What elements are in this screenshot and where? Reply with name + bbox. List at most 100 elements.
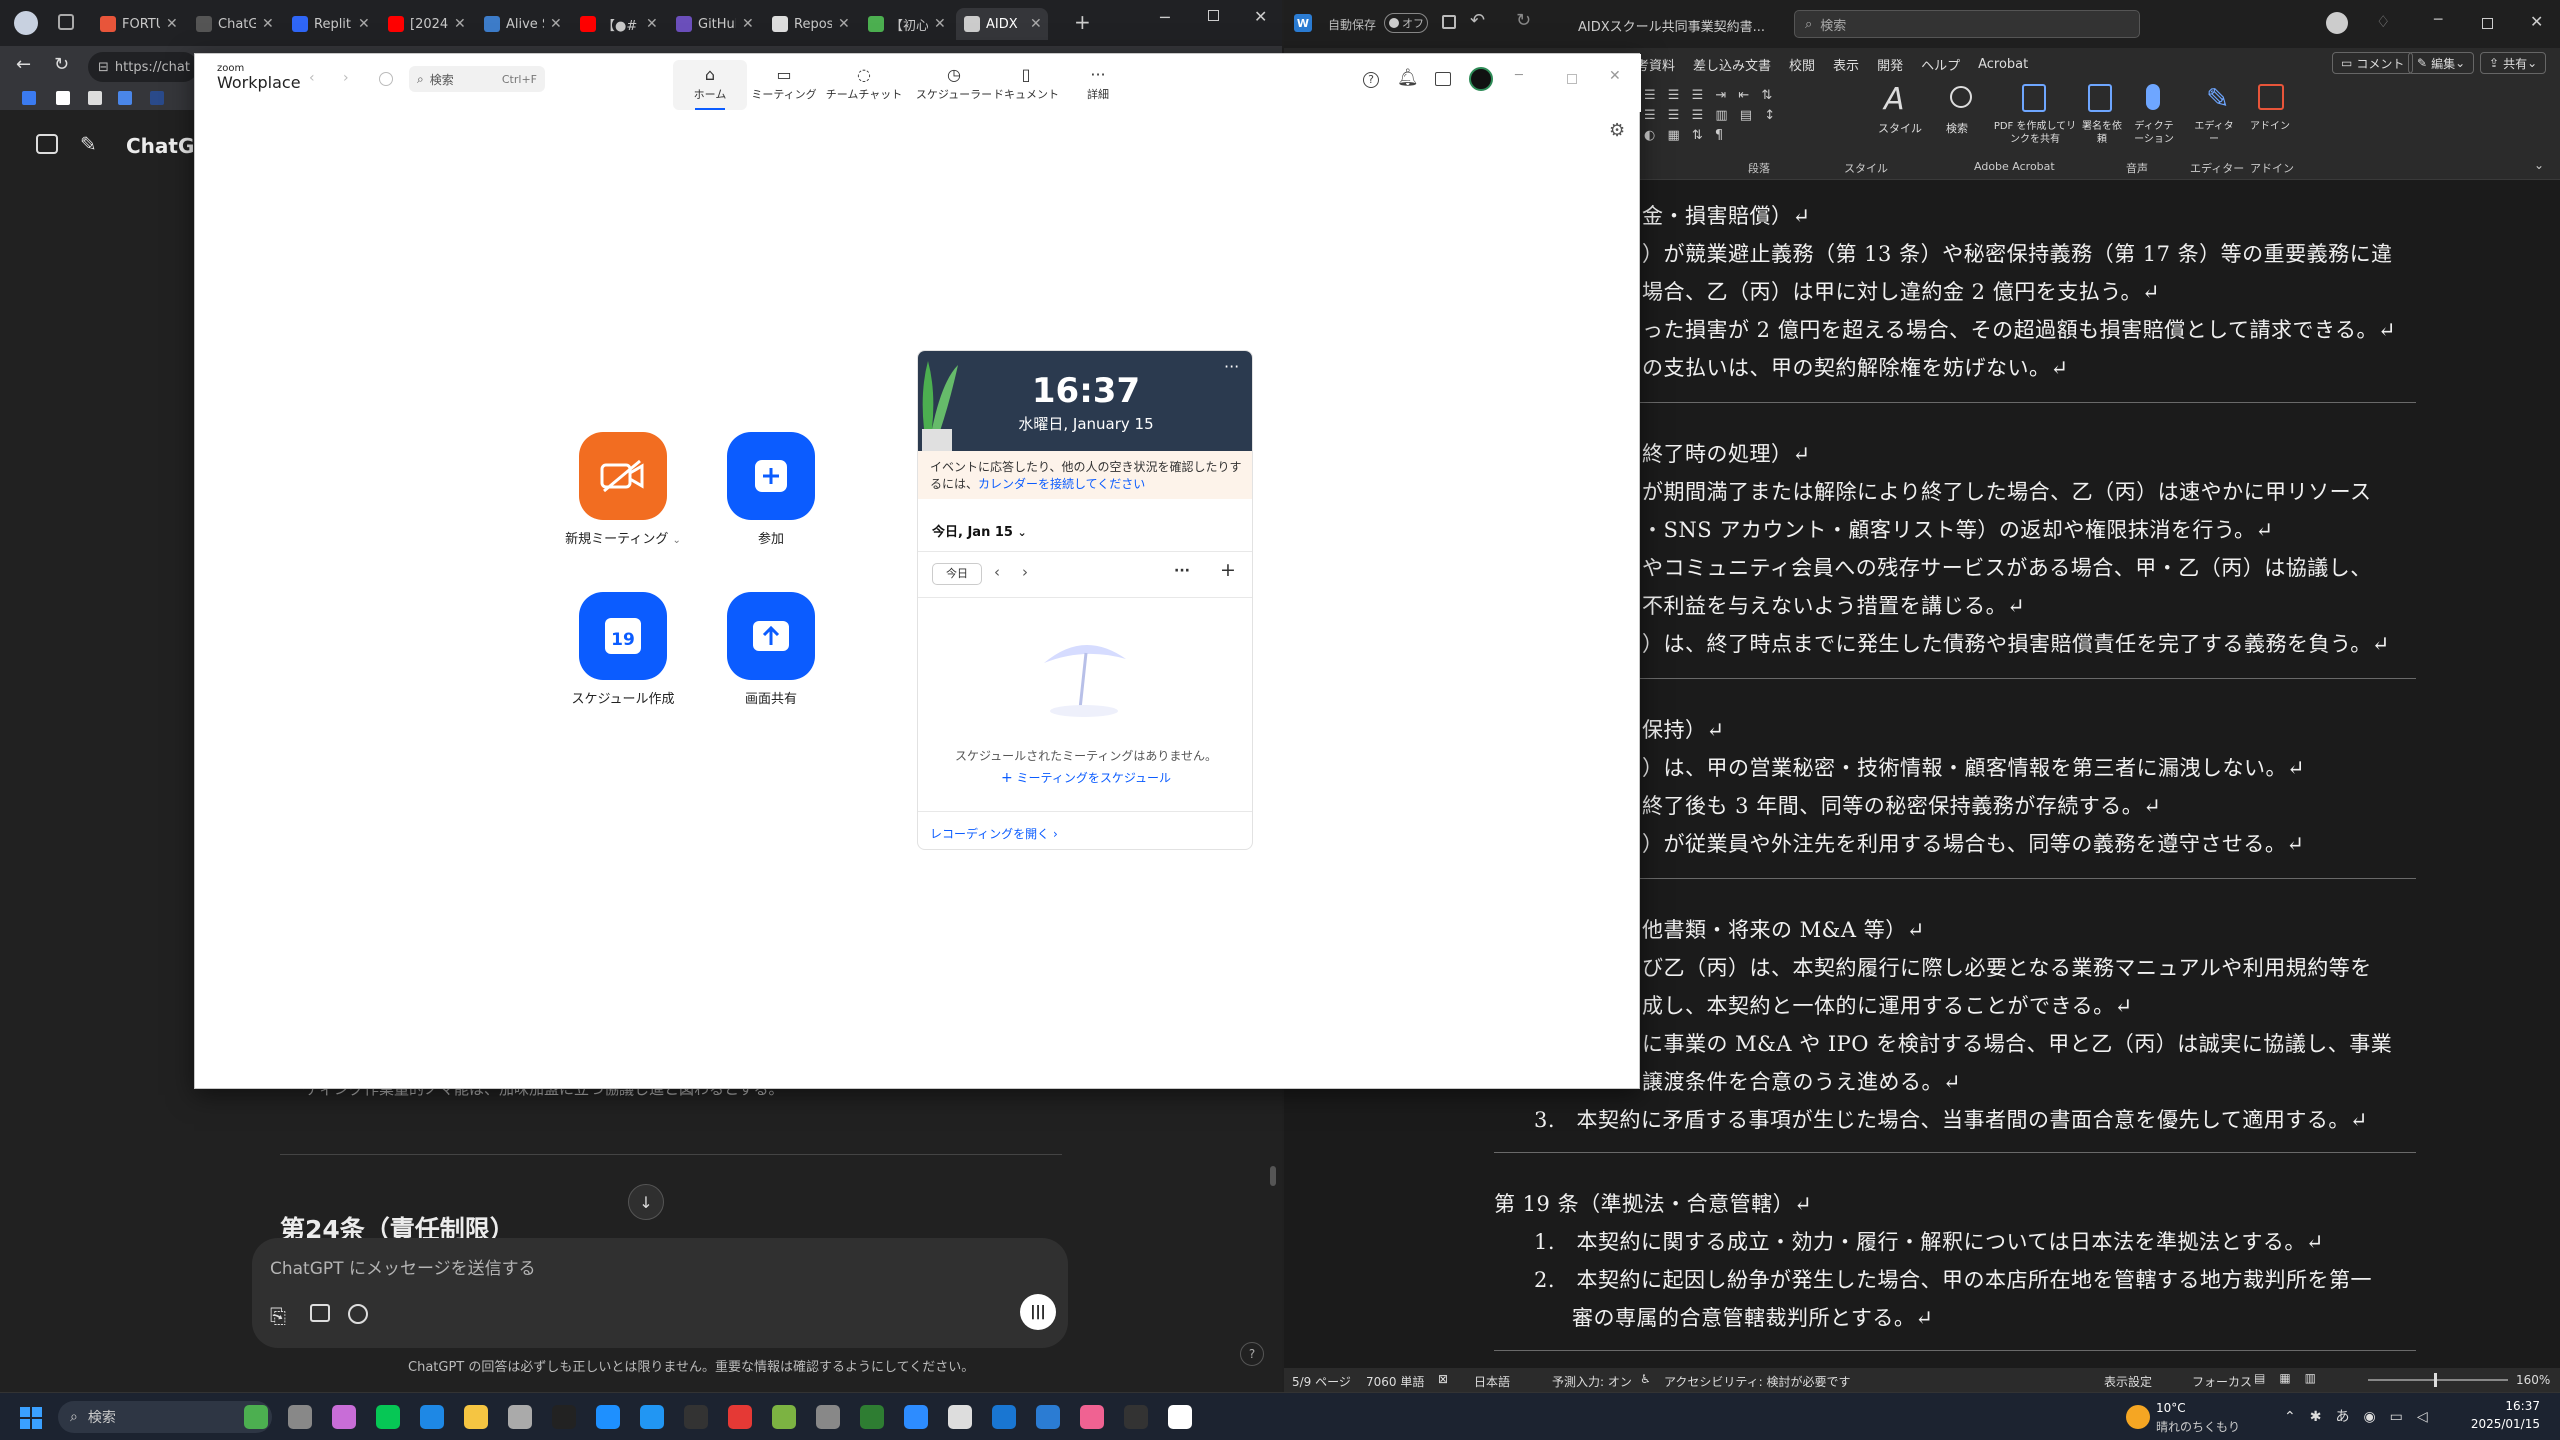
globe-icon[interactable] xyxy=(348,1304,368,1324)
ribbon-tab[interactable]: 校閲 xyxy=(1789,55,1815,74)
weather-icon[interactable] xyxy=(2126,1405,2150,1429)
help-icon[interactable]: ? xyxy=(1363,72,1379,88)
taskbar-app-icon[interactable] xyxy=(948,1405,972,1429)
back-icon[interactable]: ← xyxy=(16,54,31,75)
taskbar-app-icon[interactable] xyxy=(596,1405,620,1429)
accessibility-status[interactable]: アクセシビリティ: 検討が必要です xyxy=(1664,1373,1851,1390)
paragraph-line[interactable]: 終了後も 3 年間、同等の秘密保持義務が存続する。↵ xyxy=(1642,790,2161,820)
ribbon-tab[interactable]: ヘルプ xyxy=(1921,55,1960,74)
taskbar-app-icon[interactable] xyxy=(552,1405,576,1429)
ribbon-tab[interactable]: 表示 xyxy=(1833,55,1859,74)
taskbar-app-icon[interactable] xyxy=(288,1405,312,1429)
share-screen-label[interactable]: 画面共有 xyxy=(701,688,841,707)
article-heading[interactable]: 保持）↵ xyxy=(1642,714,1725,744)
close-tab-icon[interactable]: ✕ xyxy=(742,16,754,32)
save-icon[interactable] xyxy=(1442,15,1456,29)
join-button[interactable] xyxy=(727,432,815,520)
schedule-button[interactable]: 19 xyxy=(579,592,667,680)
maximize-button[interactable] xyxy=(1567,74,1577,84)
paragraph-line[interactable]: び乙（丙）は、本契約履行に際し必要となる業務マニュアルや利用規約等を xyxy=(1642,952,2372,982)
browser-tab[interactable]: ChatG ✕ xyxy=(188,8,280,40)
paragraph-line[interactable]: 1. 本契約に関する成立・効力・履行・解釈については日本法を準拠法とする。↵ xyxy=(1534,1226,2324,1256)
bookmark-icon[interactable] xyxy=(22,91,36,105)
voice-mode-button[interactable]: ||| xyxy=(1020,1294,1056,1330)
browser-tab[interactable]: AIDX ✕ xyxy=(956,8,1048,40)
share-button[interactable]: ⇪ 共有 ⌄ xyxy=(2480,52,2547,74)
redo-icon[interactable]: ↻ xyxy=(1516,10,1531,31)
create-pdf-label[interactable]: PDF を作成してリンクを共有 xyxy=(1992,120,2078,146)
calendar-options-icon[interactable]: ··· xyxy=(1174,563,1190,579)
taskbar-app-icon[interactable] xyxy=(860,1405,884,1429)
close-tab-icon[interactable]: ✕ xyxy=(358,16,370,32)
article-heading[interactable]: 金・損害賠償）↵ xyxy=(1642,200,1811,230)
request-signature-label[interactable]: 署名を依頼 xyxy=(2082,120,2122,146)
more-icon[interactable]: ··· xyxy=(1224,357,1239,376)
paragraph-line[interactable]: が期間満了または解除により終了した場合、乙（丙）は速やかに甲リソース xyxy=(1642,476,2372,506)
zoom-search[interactable]: ⌕ 検索 Ctrl+F xyxy=(409,66,545,92)
paragraph-line[interactable]: 成し、本契約と一体的に運用することができる。↵ xyxy=(1642,990,2133,1020)
scroll-down-button[interactable]: ↓ xyxy=(628,1184,664,1220)
site-info-icon[interactable]: ⊟ xyxy=(98,60,109,75)
share-screen-button[interactable] xyxy=(727,592,815,680)
editor-icon[interactable]: ✎ xyxy=(2206,82,2229,115)
taskbar-search[interactable]: ⌕ 検索 xyxy=(58,1401,272,1433)
schedule-meeting-link[interactable]: + ミーティングをスケジュール xyxy=(918,769,1252,786)
editor-label[interactable]: エディター xyxy=(2194,120,2234,146)
comment-button[interactable]: ▭ コメント xyxy=(2332,52,2414,74)
new-tab-button[interactable]: + xyxy=(1074,10,1091,34)
paragraph-line[interactable]: ）が従業員や外注先を利用する場合も、同等の義務を遵守させる。↵ xyxy=(1642,828,2304,858)
back-icon[interactable]: ‹ xyxy=(309,70,315,86)
paragraph-line[interactable]: に事業の M&A や IPO を検討する場合、甲と乙（丙）は誠実に協議し、事業 xyxy=(1642,1028,2392,1058)
close-tab-icon[interactable]: ✕ xyxy=(550,16,562,32)
close-tab-icon[interactable]: ✕ xyxy=(646,16,658,32)
open-recordings-link[interactable]: レコーディングを開く › xyxy=(930,825,1058,842)
weather-temp[interactable]: 10°C xyxy=(2156,1401,2186,1415)
taskbar-app-icon[interactable] xyxy=(332,1405,356,1429)
bookmark-icon[interactable] xyxy=(118,91,132,105)
taskbar-app-icon[interactable] xyxy=(464,1405,488,1429)
nav-tab-clock[interactable]: ◷ スケジューラー xyxy=(911,60,997,110)
paragraph-line[interactable]: 2. 本契約に起因し紛争が発生した場合、甲の本店所在地を管轄する地方裁判所を第一 xyxy=(1534,1264,2372,1294)
focus-mode[interactable]: フォーカス xyxy=(2192,1373,2252,1390)
address-bar[interactable]: ⊟ https://chat xyxy=(88,52,198,82)
nav-tab-document[interactable]: ▯ ドキュメント xyxy=(989,60,1063,110)
minimize-button[interactable]: ─ xyxy=(1160,8,1170,27)
article-heading[interactable]: 終了時の処理）↵ xyxy=(1642,438,1811,468)
close-tab-icon[interactable]: ✕ xyxy=(838,16,850,32)
paragraph-line[interactable]: 場合、乙（丙）は甲に対し違約金 2 億円を支払う。↵ xyxy=(1642,276,2160,306)
amazon-icon[interactable] xyxy=(56,91,70,105)
taskbar-app-icon[interactable] xyxy=(816,1405,840,1429)
close-tab-icon[interactable]: ✕ xyxy=(1030,16,1042,32)
prev-day-icon[interactable]: ‹ xyxy=(994,563,1000,581)
close-tab-icon[interactable]: ✕ xyxy=(166,16,178,32)
close-button[interactable]: ✕ xyxy=(1254,7,1267,26)
undo-icon[interactable]: ↶ xyxy=(1470,10,1485,31)
close-button[interactable]: ✕ xyxy=(2530,12,2543,31)
profile-avatar[interactable] xyxy=(14,11,38,35)
paragraph-line[interactable]: 不利益を与えないよう措置を講じる。↵ xyxy=(1642,590,2025,620)
paragraph-controls[interactable]: ☰ ☰ ☰ ⇥ ⇤ ⇅ ☰ ☰ ☰ ▥ ▤ ↕ ◐ ▦ ⇅ ¶ xyxy=(1644,86,1874,148)
close-tab-icon[interactable]: ✕ xyxy=(454,16,466,32)
minimize-button[interactable]: ─ xyxy=(2434,12,2442,28)
dictate-icon[interactable] xyxy=(2146,84,2160,110)
bookmark-icon[interactable] xyxy=(150,91,164,105)
clock-time[interactable]: 16:37 xyxy=(2480,1399,2540,1413)
autosave-toggle[interactable]: オフ xyxy=(1384,13,1428,33)
taskbar-app-icon[interactable] xyxy=(684,1405,708,1429)
schedule-label[interactable]: スケジュール作成 xyxy=(553,688,693,707)
search-ribbon-icon[interactable] xyxy=(1950,86,1972,108)
paragraph-line[interactable]: ・SNS アカウント・顧客リスト等）の返却や権限抹消を行う。↵ xyxy=(1642,514,2274,544)
zoom-slider-thumb[interactable] xyxy=(2434,1373,2437,1387)
paragraph-line[interactable]: の支払いは、甲の契約解除権を妨げない。↵ xyxy=(1642,352,2069,382)
scrollbar[interactable] xyxy=(1270,1166,1276,1186)
taskbar-app-icon[interactable] xyxy=(1080,1405,1104,1429)
nav-tab-chat[interactable]: ◌ チームチャット xyxy=(821,60,907,110)
page-count[interactable]: 5/9 ページ xyxy=(1292,1373,1351,1390)
forward-icon[interactable]: › xyxy=(343,70,349,86)
browser-tab[interactable]: Alive S ✕ xyxy=(476,8,568,40)
styles-icon[interactable]: A xyxy=(1884,82,1905,117)
new-meeting-label[interactable]: 新規ミーティング ⌄ xyxy=(553,528,693,547)
taskbar-app-icon[interactable] xyxy=(1124,1405,1148,1429)
tools-icon[interactable] xyxy=(310,1304,330,1322)
search-box[interactable]: ⌕ 検索 xyxy=(1794,10,2140,38)
